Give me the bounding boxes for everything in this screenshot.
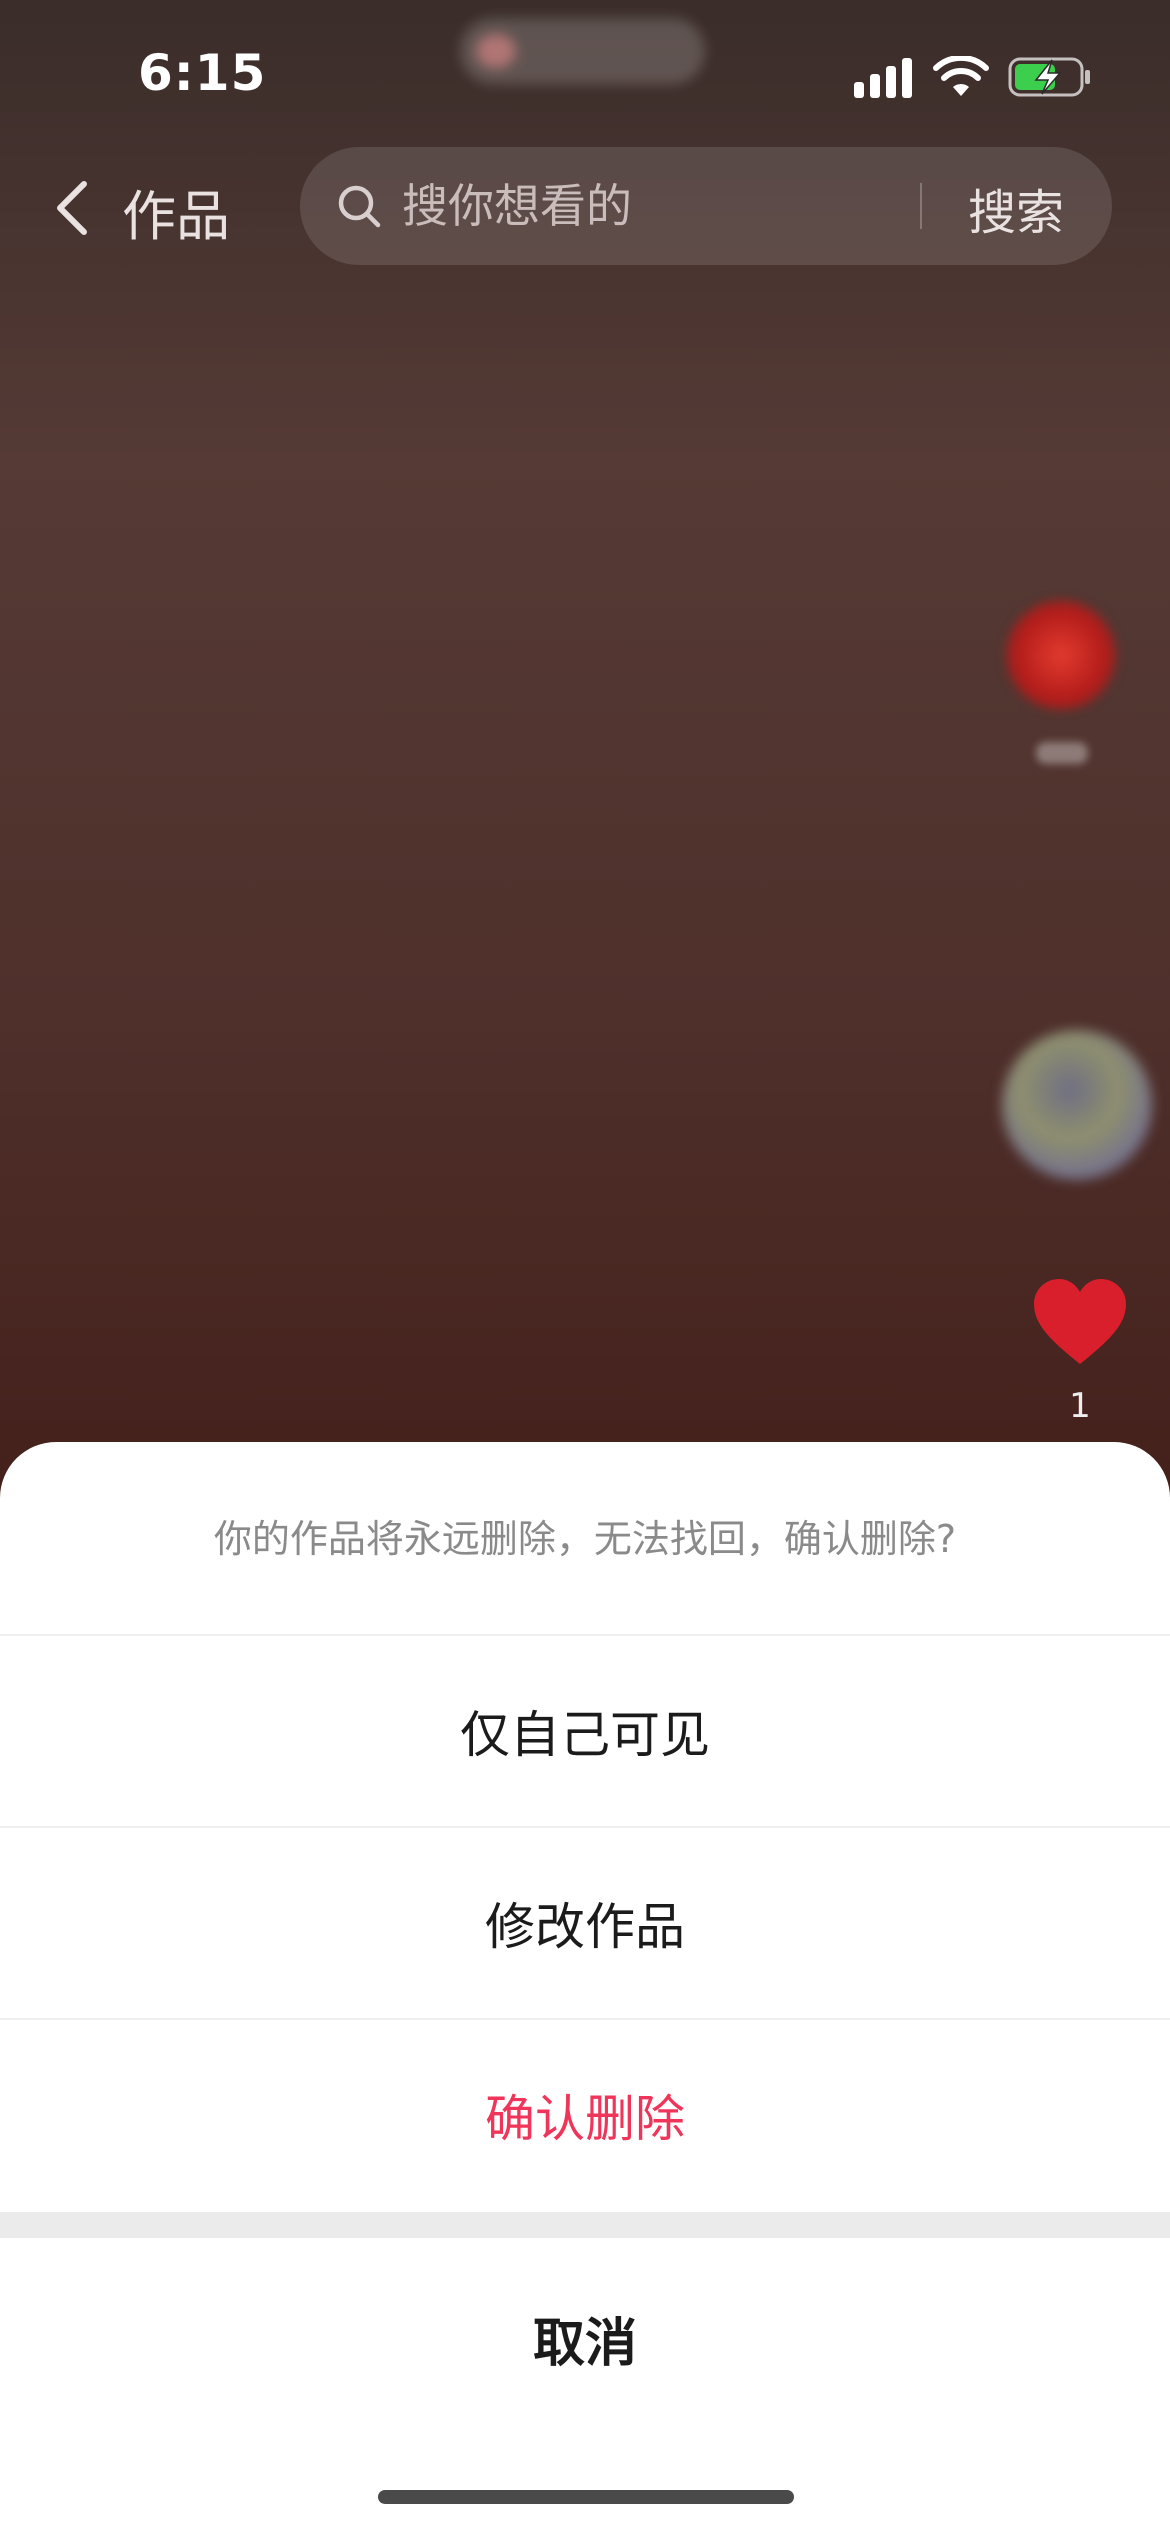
cancel-button[interactable]: 取消 <box>0 2238 1170 2438</box>
action-sheet: 你的作品将永远删除，无法找回，确认删除? 仅自己可见 修改作品 确认删除 取消 <box>0 1442 1170 2532</box>
wifi-icon <box>933 56 989 96</box>
blurred-notification-pill <box>460 18 705 84</box>
search-input[interactable] <box>402 175 852 237</box>
avatar[interactable] <box>1002 1030 1152 1180</box>
search-bar[interactable]: 搜索 <box>300 147 1112 265</box>
edit-post-button[interactable]: 修改作品 <box>0 1826 1170 2018</box>
heart-icon[interactable] <box>1030 1276 1130 1368</box>
sheet-separator <box>0 2212 1170 2238</box>
battery-charging-icon <box>1008 57 1090 97</box>
sheet-message: 你的作品将永远删除，无法找回，确认删除? <box>213 1517 957 1561</box>
confirm-delete-button[interactable]: 确认删除 <box>0 2018 1170 2210</box>
like-count: 1 <box>1069 1386 1091 1426</box>
back-chevron-icon <box>57 181 87 235</box>
back-button[interactable] <box>52 168 112 248</box>
blurred-action-label <box>1036 742 1088 764</box>
search-divider <box>920 183 922 229</box>
status-time: 6:15 <box>138 44 267 102</box>
status-bar: 6:15 <box>0 0 1170 150</box>
home-indicator[interactable] <box>378 2490 794 2504</box>
only-me-visible-button[interactable]: 仅自己可见 <box>0 1634 1170 1826</box>
search-icon <box>338 185 381 228</box>
search-button[interactable]: 搜索 <box>968 173 1064 243</box>
blurred-action-icon[interactable] <box>1006 600 1116 710</box>
page-title[interactable]: 作品 <box>122 172 230 251</box>
signal-icon <box>854 58 912 98</box>
